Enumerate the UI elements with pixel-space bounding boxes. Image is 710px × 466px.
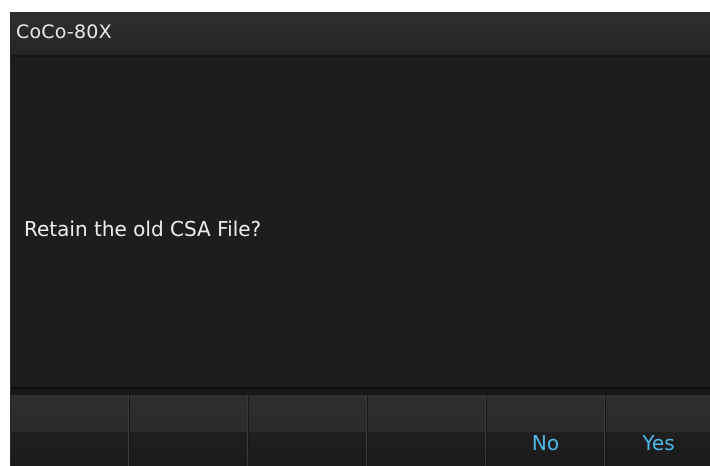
window-title: CoCo-80X (16, 21, 112, 43)
softkey-4[interactable] (368, 395, 486, 466)
device-screen: CoCo-80X Retain the old CSA File? No Yes (0, 0, 710, 466)
yes-button[interactable]: Yes (606, 395, 710, 466)
title-bar: CoCo-80X (11, 13, 710, 57)
dialog-window: CoCo-80X Retain the old CSA File? No Yes (10, 12, 710, 466)
dialog-message: Retain the old CSA File? (24, 217, 262, 241)
no-button[interactable]: No (487, 395, 605, 466)
softkey-bar: No Yes (11, 387, 710, 466)
message-area: Retain the old CSA File? (11, 57, 710, 387)
softkey-1[interactable] (11, 395, 129, 466)
no-button-label: No (531, 431, 560, 455)
softkey-3[interactable] (249, 395, 367, 466)
softkey-2[interactable] (130, 395, 248, 466)
yes-button-label: Yes (642, 431, 675, 455)
